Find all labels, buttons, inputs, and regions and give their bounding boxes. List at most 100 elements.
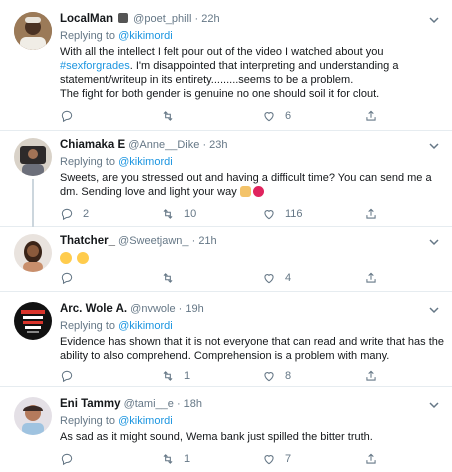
avatar[interactable] [14,397,52,435]
tweet-text-part: The fight for both gender is genuine no … [60,88,380,100]
retweet-count: 1 [184,453,191,465]
retweet-button[interactable]: 1 [161,368,190,384]
retweet-count: 1 [184,370,191,382]
share-button[interactable] [364,368,378,384]
chevron-down-icon[interactable] [428,140,440,152]
share-icon [364,271,378,285]
reply-prefix: Replying to [60,320,116,332]
reply-button[interactable] [60,451,74,467]
tweet[interactable]: Thatcher_ @Sweetjawn_ · 21h 4 [0,227,452,292]
mention-link[interactable]: @kikimordi [118,320,173,332]
display-name[interactable]: Chiamaka E [60,139,125,151]
share-icon [364,452,378,466]
like-count: 7 [285,453,292,465]
timestamp[interactable]: 22h [201,13,219,25]
reply-prefix: Replying to [60,30,116,42]
retweet-icon [161,207,175,221]
retweet-button[interactable] [161,270,175,286]
display-name[interactable]: Eni Tammy [60,398,121,410]
heart-icon [262,109,276,123]
reply-feed: LocalMan @poet_phill · 22h Replying to @… [0,0,452,472]
timestamp[interactable]: 19h [185,303,203,315]
reply-icon [60,207,74,221]
retweet-button[interactable] [161,108,175,124]
handle[interactable]: @tami__e [124,398,174,410]
retweet-icon [161,271,175,285]
crying-laughing-emoji [60,252,72,264]
chevron-down-icon[interactable] [428,236,440,248]
separator-dot: · [194,13,199,25]
praying-hands-emoji [239,186,251,197]
timestamp[interactable]: 21h [198,235,216,247]
avatar[interactable] [14,234,52,272]
tweet[interactable]: Arc. Wole A. @nvwole · 19h Replying to @… [0,292,452,387]
hashtag-link[interactable]: #sexforgrades [60,60,130,72]
reply-context: Replying to @kikimordi [60,318,444,334]
handle[interactable]: @Sweetjawn_ [118,235,188,247]
reply-button[interactable] [60,270,74,286]
like-button[interactable]: 8 [262,368,291,384]
avatar[interactable] [14,302,52,340]
chevron-down-icon[interactable] [428,14,440,26]
tweet-text [60,252,444,266]
avatar[interactable] [14,12,52,50]
display-name[interactable]: Arc. Wole A. [60,303,127,315]
tweet-text: As sad as it might sound, Wema bank just… [60,431,373,443]
like-count: 6 [285,110,292,122]
share-button[interactable] [364,270,378,286]
reply-count: 2 [83,208,90,220]
timestamp[interactable]: 23h [209,139,227,151]
tweet[interactable]: Eni Tammy @tami__e · 18h Replying to @ki… [0,387,452,472]
tweet[interactable]: Chiamaka E @Anne__Dike · 23h Replying to… [0,131,452,227]
reply-icon [60,109,74,123]
reply-context: Replying to @kikimordi [60,28,444,44]
like-button[interactable]: 116 [262,206,303,222]
reply-button[interactable] [60,368,74,384]
chevron-down-icon[interactable] [428,399,440,411]
tweet-text: With all the intellect I felt pour out o… [60,45,444,101]
reply-button[interactable] [60,108,74,124]
reply-context: Replying to @kikimordi [60,413,444,429]
like-button[interactable]: 6 [262,108,291,124]
separator-dot: · [202,139,207,151]
handle[interactable]: @nvwole [130,303,175,315]
like-button[interactable]: 7 [262,451,291,467]
retweet-count: 10 [184,208,197,220]
mention-link[interactable]: @kikimordi [118,415,173,427]
retweet-icon [161,109,175,123]
separator-dot: · [191,235,196,247]
heart-icon [262,207,276,221]
display-name[interactable]: Thatcher_ [60,235,115,247]
share-button[interactable] [364,108,378,124]
mention-link[interactable]: @kikimordi [118,156,173,168]
handle[interactable]: @poet_phill [133,13,191,25]
heart-icon [262,452,276,466]
handle[interactable]: @Anne__Dike [128,139,199,151]
separator-dot: · [178,303,183,315]
like-button[interactable]: 4 [262,270,291,286]
retweet-button[interactable]: 1 [161,451,190,467]
crying-laughing-emoji [77,252,89,264]
display-name[interactable]: LocalMan [60,13,113,25]
reply-prefix: Replying to [60,156,116,168]
share-button[interactable] [364,451,378,467]
share-icon [364,369,378,383]
chevron-down-icon[interactable] [428,304,440,316]
share-icon [364,109,378,123]
thread-line [32,179,34,227]
share-button[interactable] [364,206,378,222]
timestamp[interactable]: 18h [184,398,202,410]
like-count: 8 [285,370,292,382]
reply-icon [60,369,74,383]
retweet-button[interactable]: 10 [161,206,196,222]
reply-button[interactable]: 2 [60,206,89,222]
heart-icon [262,369,276,383]
share-icon [364,207,378,221]
reply-prefix: Replying to [60,415,116,427]
badge-emoji [118,13,129,23]
mention-link[interactable]: @kikimordi [118,30,173,42]
reply-context: Replying to @kikimordi [60,154,444,170]
tweet[interactable]: LocalMan @poet_phill · 22h Replying to @… [0,0,452,131]
avatar[interactable] [14,138,52,176]
tweet-text: Evidence has shown that it is not everyo… [60,336,445,362]
